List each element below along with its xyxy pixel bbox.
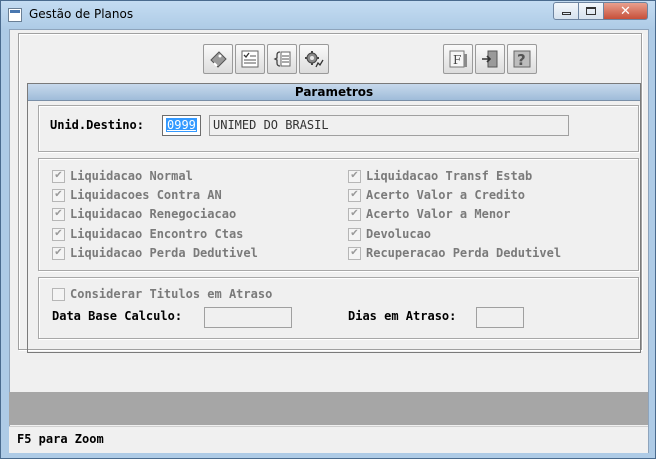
title-bar[interactable]: Gestão de Planos ✕ — [1, 1, 655, 29]
checkbox-considerar-titulos-em-atraso[interactable]: Considerar Titulos em Atraso — [52, 287, 272, 301]
toolbar-button-help[interactable]: ? — [507, 44, 537, 74]
checkbox-checked-icon: ✔ — [52, 227, 65, 241]
atraso-group: Considerar Titulos em Atraso Data Base C… — [38, 277, 639, 339]
parametros-section: Parametros Unid.Destino: 0999 UNIMED DO … — [27, 83, 641, 353]
checkbox-devolucao[interactable]: ✔ Devolucao — [348, 227, 431, 241]
unid-destino-label: Unid.Destino: — [50, 118, 144, 132]
checkbox-liquidacao-perda-dedutivel[interactable]: ✔ Liquidacao Perda Dedutivel — [52, 246, 258, 260]
status-bar: F5 para Zoom — [9, 426, 648, 453]
checkbox-label: Liquidacao Transf Estab — [366, 169, 533, 183]
close-icon: ✕ — [620, 3, 631, 19]
help-question-icon: ? — [513, 50, 531, 69]
checkbox-label: Liquidacao Perda Dedutivel — [70, 246, 258, 260]
checkbox-acerto-valor-a-menor[interactable]: ✔ Acerto Valor a Menor — [348, 207, 511, 221]
toolbar-button-exit[interactable] — [475, 44, 505, 74]
app-window-icon[interactable] — [8, 8, 22, 22]
maximize-button[interactable] — [579, 2, 604, 20]
unid-destino-code-value: 0999 — [166, 118, 197, 132]
unid-destino-name-field: UNIMED DO BRASIL — [209, 115, 569, 136]
checkbox-checked-icon: ✔ — [52, 207, 65, 221]
unid-destino-name-value: UNIMED DO BRASIL — [213, 118, 329, 132]
data-base-calculo-label: Data Base Calculo: — [52, 309, 183, 323]
checkbox-checked-icon: ✔ — [348, 188, 361, 202]
checkbox-liquidacao-encontro-ctas[interactable]: ✔ Liquidacao Encontro Ctas — [52, 227, 243, 241]
toolbar-button-list[interactable] — [267, 44, 297, 74]
list-bracket-icon — [273, 51, 291, 67]
checkbox-label: Devolucao — [366, 227, 432, 241]
application-window: Gestão de Planos ✕ F ? Parametros Unid.D… — [0, 0, 656, 459]
minimize-button[interactable] — [553, 2, 579, 20]
checkbox-liquidacoes-contra-an[interactable]: ✔ Liquidacoes Contra AN — [52, 188, 222, 202]
exit-door-icon — [482, 50, 498, 68]
liquidacao-options-group: ✔ Liquidacao Normal ✔ Liquidacoes Contra… — [38, 158, 639, 271]
checkbox-unchecked-icon — [52, 287, 65, 301]
window-title: Gestão de Planos — [29, 7, 134, 21]
close-button[interactable]: ✕ — [604, 2, 648, 20]
unid-destino-group: Unid.Destino: 0999 UNIMED DO BRASIL — [38, 105, 639, 152]
checkbox-checked-icon: ✔ — [348, 227, 361, 241]
checkbox-liquidacao-normal[interactable]: ✔ Liquidacao Normal — [52, 169, 193, 183]
checkbox-label: Recuperacao Perda Dedutivel — [366, 246, 562, 260]
dias-em-atraso-input[interactable] — [476, 307, 524, 328]
checklist-icon — [241, 50, 259, 68]
svg-text:F: F — [453, 53, 461, 67]
toolbar-button-process[interactable] — [299, 44, 329, 74]
checkbox-label: Liquidacao Renegociacao — [70, 207, 237, 221]
gear-graph-icon — [305, 51, 324, 68]
toolbar-button-checklist[interactable] — [235, 44, 265, 74]
checkbox-acerto-valor-a-credito[interactable]: ✔ Acerto Valor a Credito — [348, 188, 525, 202]
bottom-gray-band — [9, 392, 648, 425]
section-title: Parametros — [28, 84, 640, 101]
letter-f-icon: F — [449, 50, 467, 68]
maximize-icon — [586, 7, 596, 15]
checkbox-label: Liquidacoes Contra AN — [70, 188, 222, 202]
checkbox-liquidacao-transf-estab[interactable]: ✔ Liquidacao Transf Estab — [348, 169, 532, 183]
checkbox-label: Considerar Titulos em Atraso — [70, 287, 273, 301]
checkbox-checked-icon: ✔ — [52, 246, 65, 260]
client-area: F ? Parametros Unid.Destino: 0999 UNIMED… — [9, 29, 649, 453]
checkbox-label: Liquidacao Normal — [70, 169, 193, 183]
checkbox-label: Acerto Valor a Credito — [366, 188, 525, 202]
checkbox-checked-icon: ✔ — [348, 207, 361, 221]
unid-destino-code-input[interactable]: 0999 — [162, 115, 201, 136]
status-text: F5 para Zoom — [17, 432, 104, 446]
main-panel: F ? Parametros Unid.Destino: 0999 UNIMED… — [18, 33, 642, 353]
checkbox-checked-icon: ✔ — [348, 169, 361, 183]
toolbar-button-filter[interactable]: F — [443, 44, 473, 74]
window-controls: ✕ — [553, 2, 648, 20]
svg-text:?: ? — [517, 51, 526, 69]
minimize-icon — [561, 12, 571, 15]
data-base-calculo-input[interactable] — [204, 307, 292, 328]
checkbox-checked-icon: ✔ — [348, 246, 361, 260]
toolbar-button-eraser[interactable] — [203, 44, 233, 74]
checkbox-checked-icon: ✔ — [52, 169, 65, 183]
checkbox-label: Liquidacao Encontro Ctas — [70, 227, 244, 241]
checkbox-recuperacao-perda-dedutivel[interactable]: ✔ Recuperacao Perda Dedutivel — [348, 246, 561, 260]
dias-em-atraso-label: Dias em Atraso: — [348, 309, 457, 323]
checkbox-checked-icon: ✔ — [52, 188, 65, 202]
eraser-tag-icon — [210, 51, 227, 68]
checkbox-liquidacao-renegociacao[interactable]: ✔ Liquidacao Renegociacao — [52, 207, 236, 221]
checkbox-label: Acerto Valor a Menor — [366, 207, 511, 221]
